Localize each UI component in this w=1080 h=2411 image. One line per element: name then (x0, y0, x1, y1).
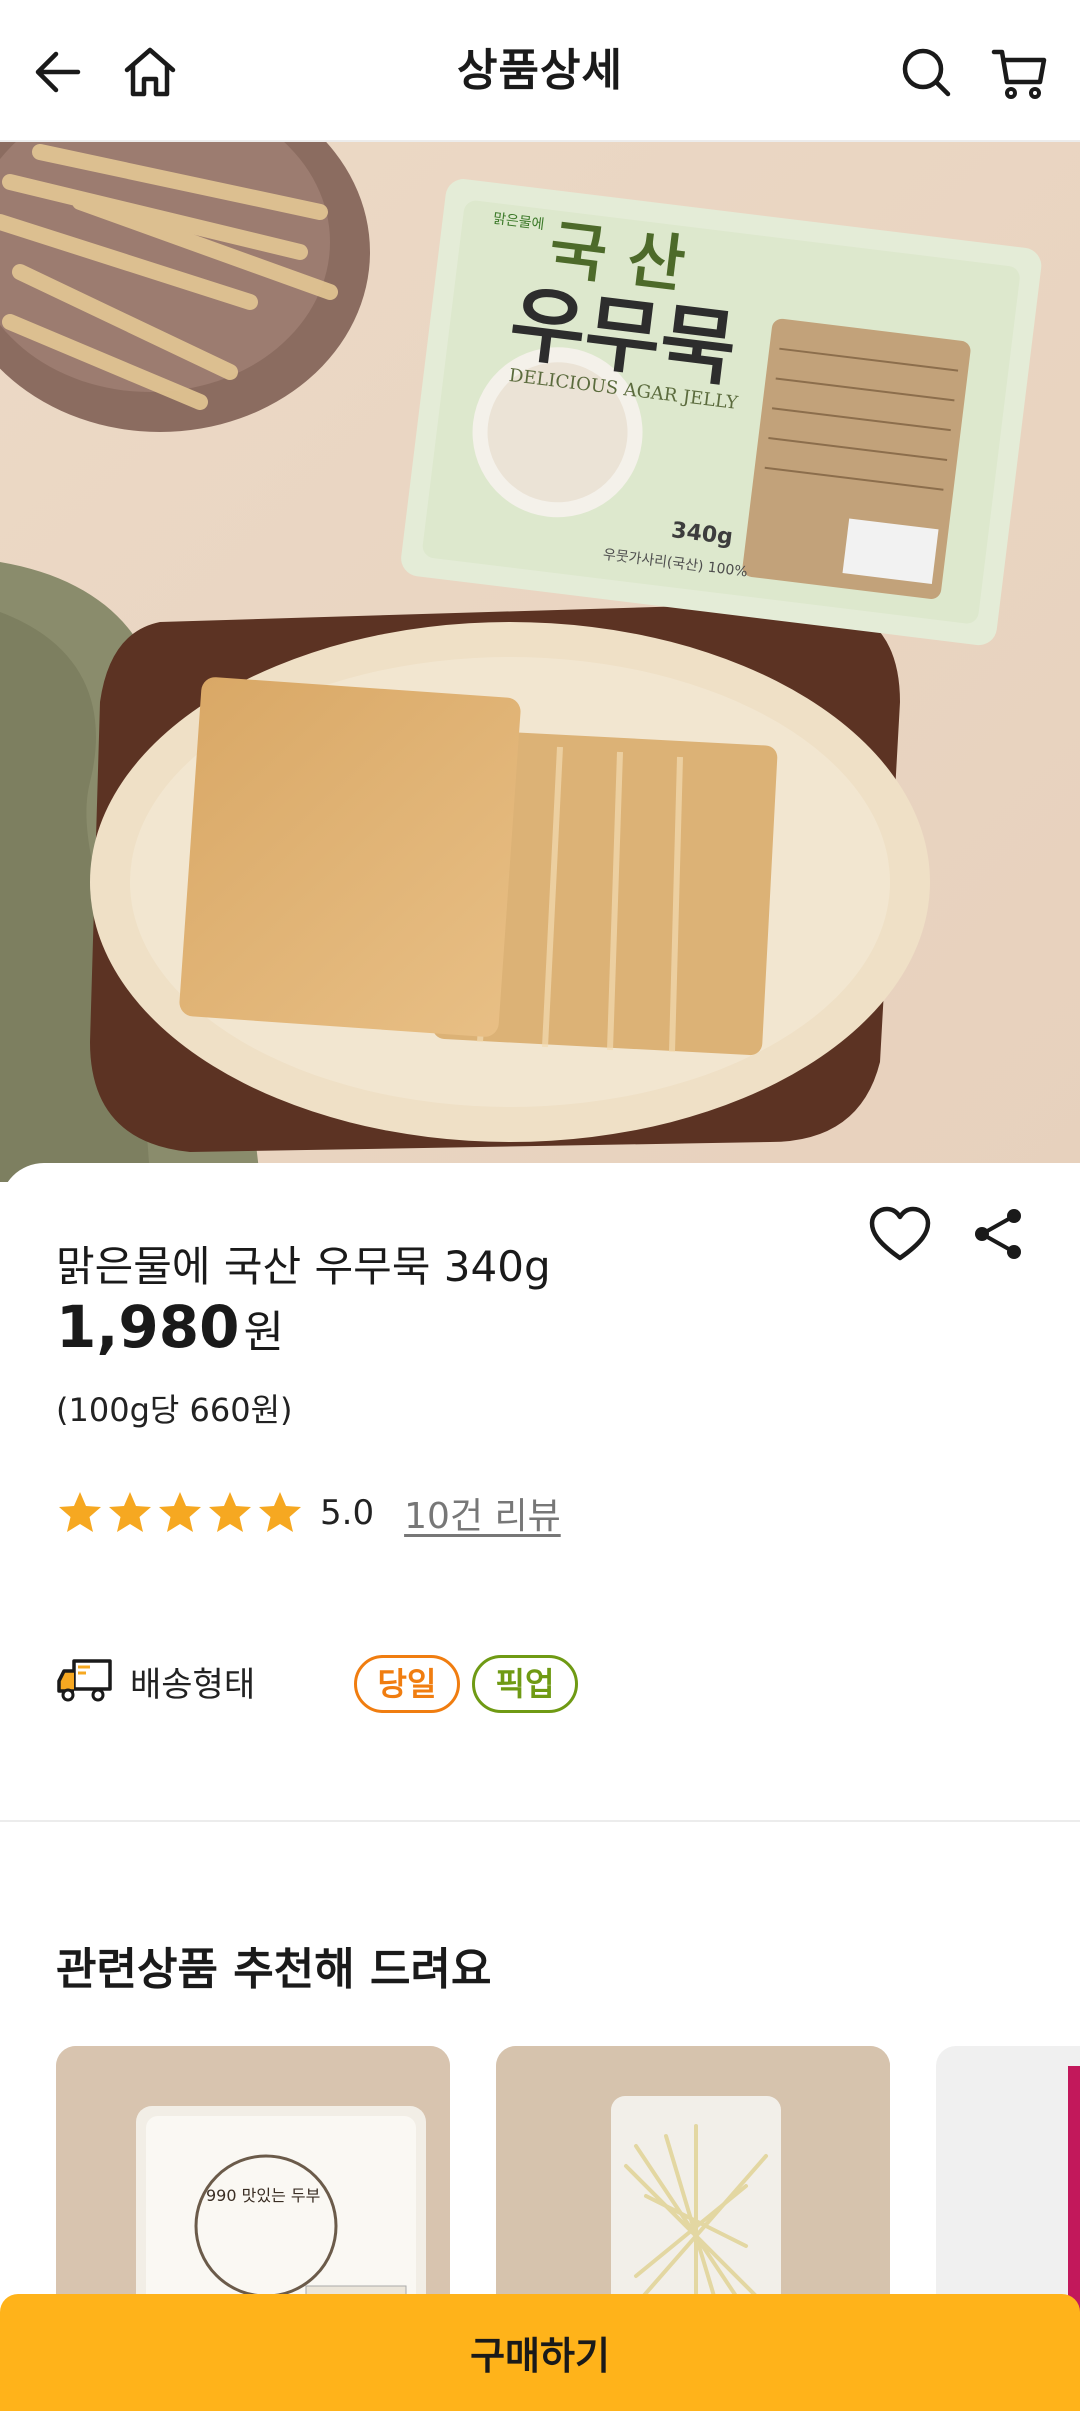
product-price: 1,980원 (56, 1293, 284, 1361)
app-header: 상품상세 (0, 0, 1080, 142)
buy-button[interactable]: 구매하기 (0, 2294, 1080, 2411)
buy-button-label: 구매하기 (470, 2334, 610, 2378)
product-info-card: 맑은물에 국산 우무묵 340g 1,980원 (100g당 660원) 5.0… (0, 1163, 1080, 1823)
star-icon (109, 1492, 151, 1532)
rating-value: 5.0 (320, 1493, 375, 1533)
section-divider (0, 1820, 1080, 1822)
delivery-row: 배송형태 당일 픽업 (56, 1643, 756, 1723)
tag-sameday: 당일 (354, 1655, 460, 1713)
delivery-label: 배송형태 (130, 1665, 256, 1705)
unit-price: (100g당 660원) (56, 1391, 293, 1429)
review-count-link[interactable]: 10건 리뷰 (404, 1487, 561, 1539)
share-icon[interactable] (963, 1199, 1033, 1269)
star-icon (209, 1492, 251, 1532)
rating-row: 5.0 10건 리뷰 (56, 1483, 561, 1543)
tag-pickup: 픽업 (472, 1655, 578, 1713)
star-icon (159, 1492, 201, 1532)
search-icon[interactable] (894, 40, 958, 104)
star-icon (59, 1492, 101, 1532)
product-name: 맑은물에 국산 우무묵 340g (56, 1242, 551, 1291)
price-value: 1,980 (56, 1293, 240, 1361)
delivery-truck-icon (56, 1653, 114, 1709)
heart-icon[interactable] (865, 1199, 935, 1269)
cart-icon[interactable] (988, 40, 1052, 104)
recommend-section-title: 관련상품 추천해 드려요 (56, 1944, 492, 1995)
product-main-image[interactable]: 국 산 우무묵 DELICIOUS AGAR JELLY 맑은물에 340g 우… (0, 142, 1080, 1182)
tofu-label: 990 맛있는 두부 (206, 2186, 320, 2205)
star-icon (259, 1492, 301, 1532)
price-currency: 원 (243, 1307, 284, 1358)
